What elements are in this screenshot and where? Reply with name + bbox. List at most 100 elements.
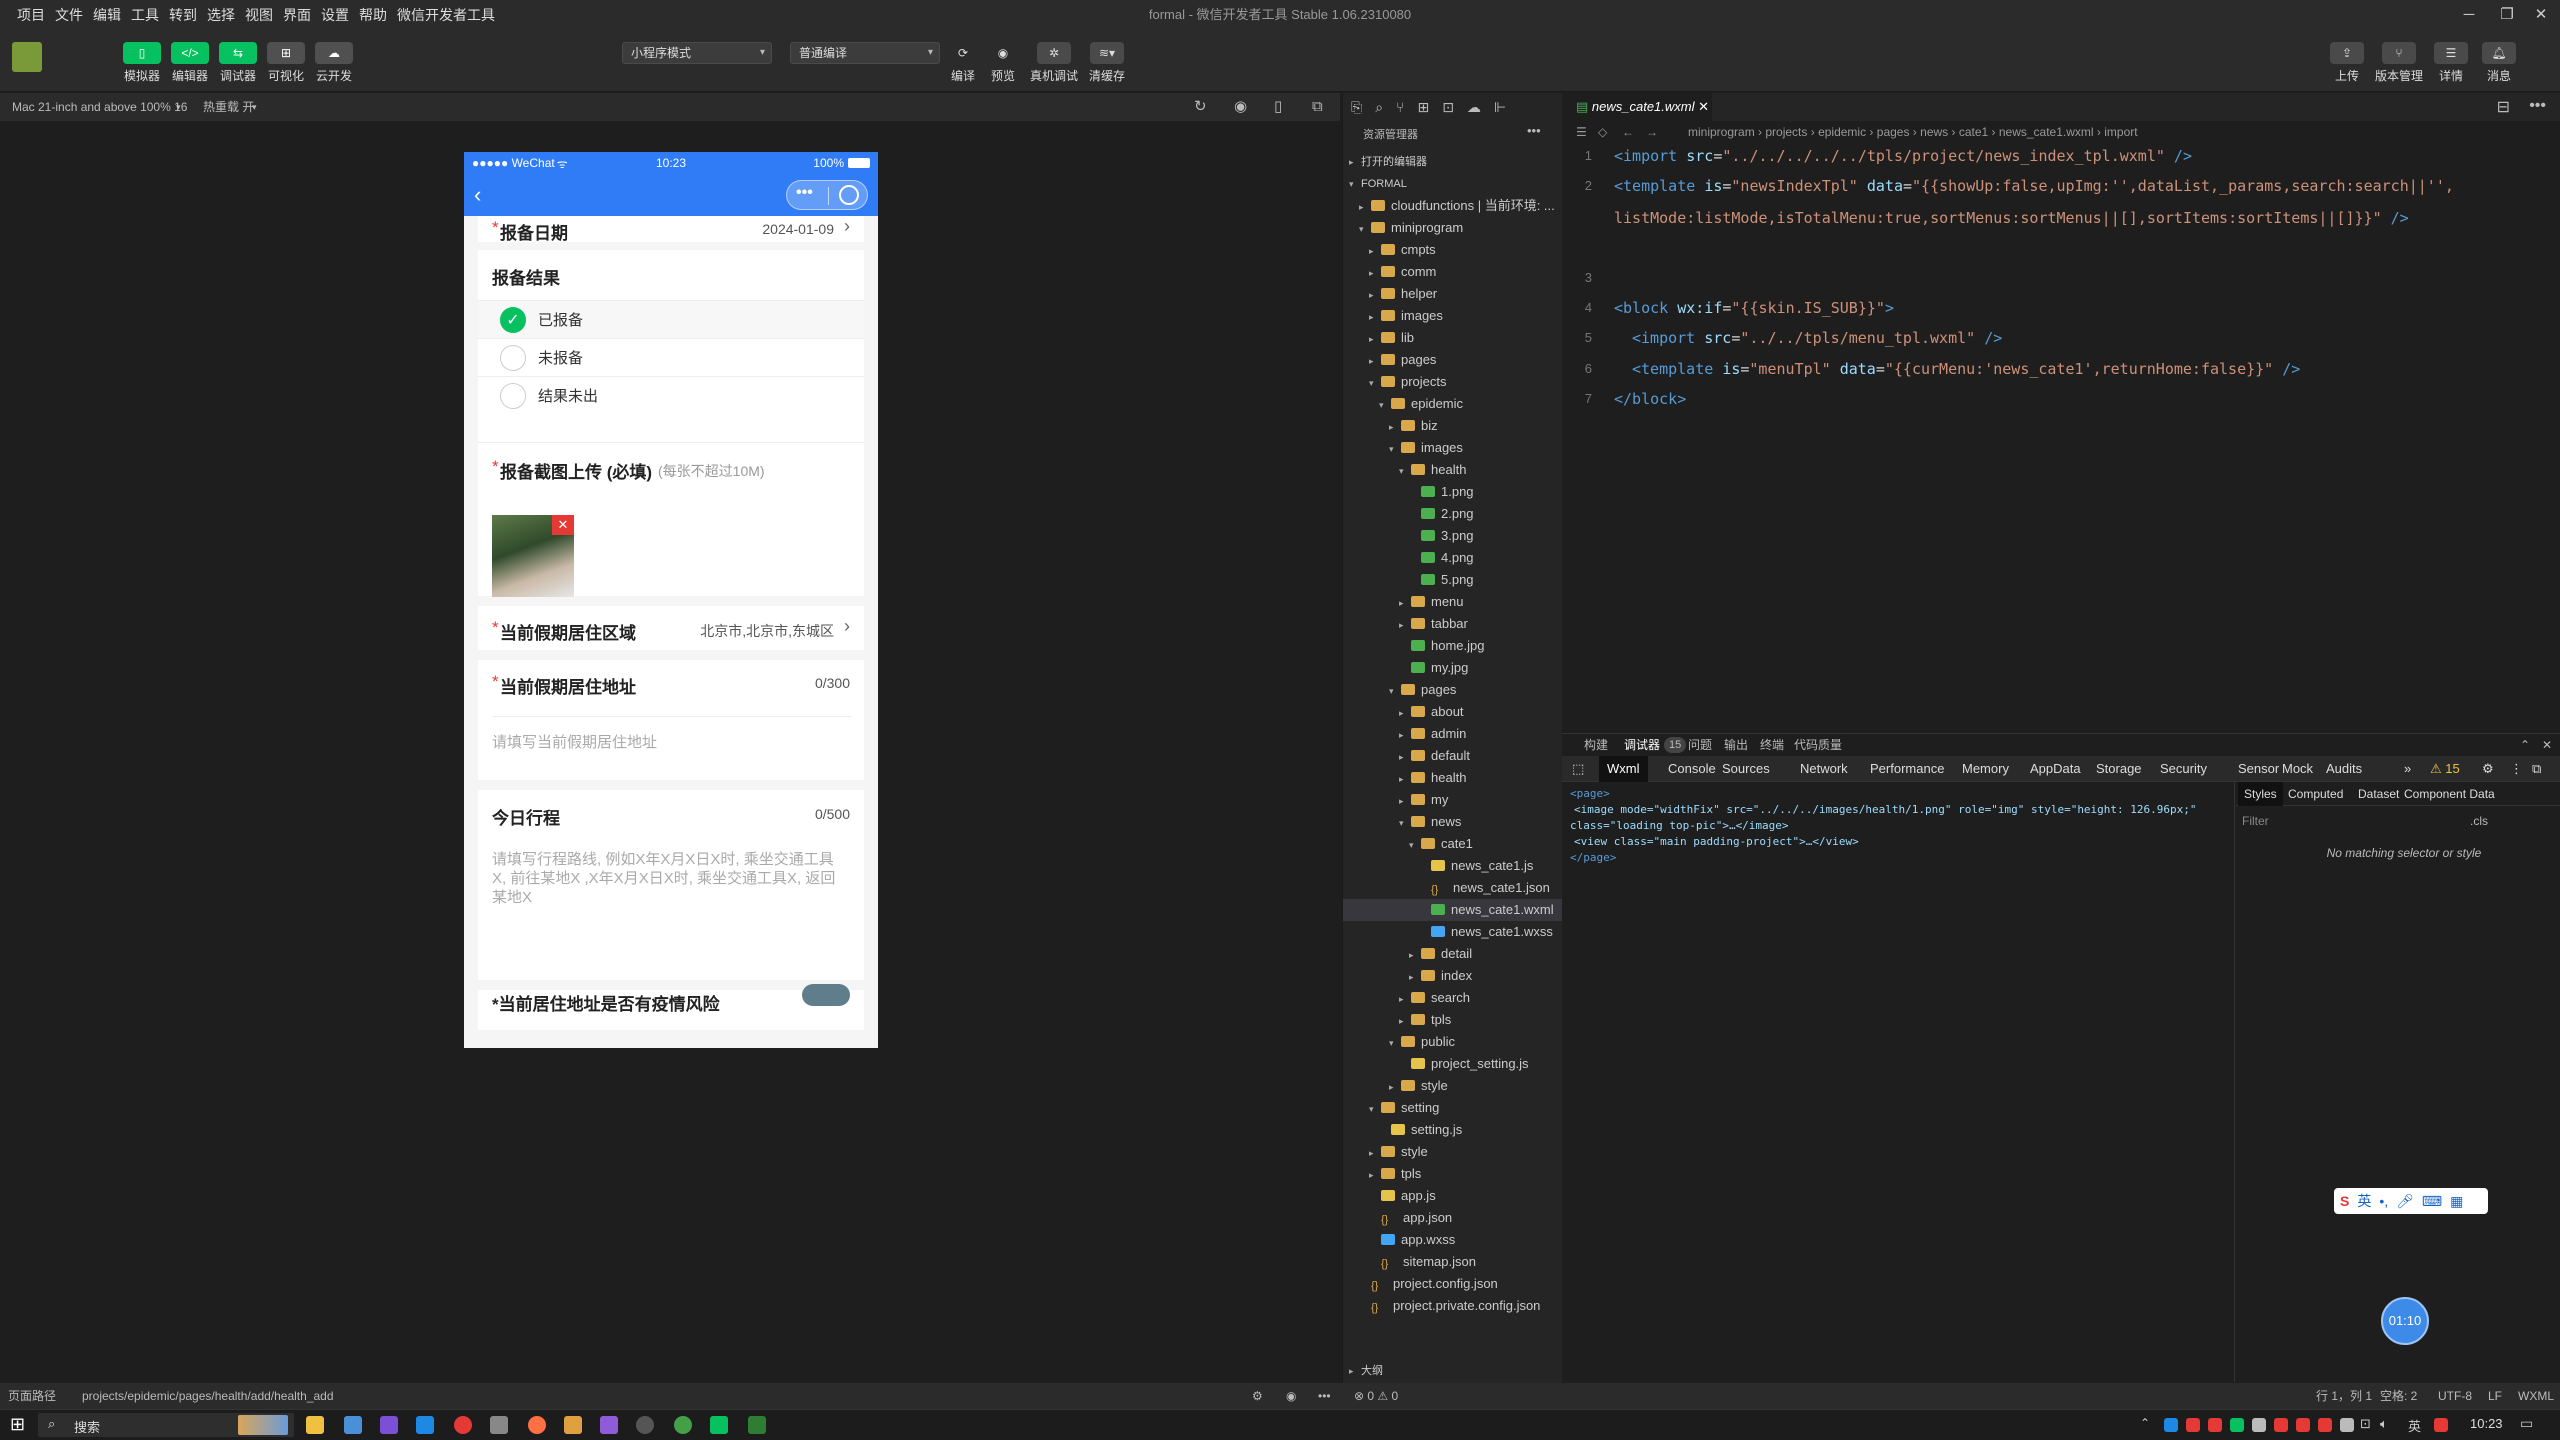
popout-icon[interactable]: ⧉ [1312,93,1323,121]
close-mini-icon[interactable] [839,185,859,205]
app-icon[interactable] [600,1416,618,1434]
tree-folder[interactable]: ▾ pages [1343,679,1562,701]
clear-cache-button[interactable]: ≋▾ 清缓存 [1082,42,1132,84]
tray-icon[interactable] [2208,1418,2222,1432]
file-explorer-icon[interactable] [306,1416,324,1434]
menu-item[interactable]: 设置 [316,0,354,30]
version-button[interactable]: ⑂ 版本管理 [2374,42,2424,84]
tab-audits[interactable]: Audits [2326,756,2362,782]
tab-sensor[interactable]: Sensor [2238,756,2279,782]
extensions-icon[interactable]: ⊞ [1417,99,1429,116]
app-icon[interactable] [490,1416,508,1434]
warning-count[interactable]: ⚠ 15 [2430,756,2460,782]
breadcrumb-item[interactable]: projects [1765,125,1807,139]
tree-folder[interactable]: ▸ tabbar [1343,613,1562,635]
tab-wxml[interactable]: Wxml [1599,756,1648,782]
devtools-top-tab[interactable]: 问题 [1688,734,1712,756]
tree-folder[interactable]: ▸ detail [1343,943,1562,965]
app-icon[interactable] [674,1416,692,1434]
breadcrumb-item[interactable]: news_cate1.wxml [1999,125,2094,139]
trip-textarea[interactable]: 请填写行程路线, 例如X年X月X日X时, 乘坐交通工具X, 前往某地X ,X年X… [492,850,846,907]
tab-memory[interactable]: Memory [1962,756,2009,782]
tab-storage[interactable]: Storage [2096,756,2142,782]
menu-item[interactable]: 界面 [278,0,316,30]
devtools-top-tab[interactable]: 输出 [1724,734,1748,756]
menu-item[interactable]: 工具 [126,0,164,30]
tree-file[interactable]: {} news_cate1.json [1343,877,1562,899]
devtools-top-tab[interactable]: 终端 [1760,734,1784,756]
tree-file[interactable]: 3.png [1343,525,1562,547]
devtools-top-tab[interactable]: 构建 [1584,734,1608,756]
tree-file[interactable]: {} project.private.config.json [1343,1295,1562,1317]
inspect-icon[interactable]: ⬚ [1572,756,1584,782]
clock[interactable]: 10:23 [2470,1416,2503,1431]
tree-file[interactable]: {} sitemap.json [1343,1251,1562,1273]
styles-tab[interactable]: Computed [2288,782,2343,806]
chevron-up-icon[interactable]: ⌃ [2520,734,2530,756]
tree-folder[interactable]: ▾ epidemic [1343,393,1562,415]
tree-folder[interactable]: ▸ style [1343,1075,1562,1097]
tree-file[interactable]: news_cate1.wxml [1343,899,1562,921]
eye-icon[interactable]: ◉ [1286,1383,1296,1409]
tray-icon[interactable] [2340,1418,2354,1432]
tree-file[interactable]: app.js [1343,1185,1562,1207]
volume-icon[interactable]: 🔈︎ [2380,1416,2388,1432]
split-icon[interactable]: ⊩ [1494,99,1506,116]
tray-icon[interactable] [2274,1418,2288,1432]
tree-file[interactable]: setting.js [1343,1119,1562,1141]
cls-toggle[interactable]: .cls [2470,814,2488,828]
tree-folder[interactable]: ▸ search [1343,987,1562,1009]
breadcrumb-item[interactable]: cate1 [1959,125,1988,139]
tab-security[interactable]: Security [2160,756,2207,782]
menu-item[interactable]: 帮助 [354,0,392,30]
minimize-button[interactable]: ─ [2450,0,2488,30]
tree-file[interactable]: project_setting.js [1343,1053,1562,1075]
ime-toolbar[interactable]: S 英 •, 🎤︎ ⌨ ▦ [2334,1188,2488,1214]
mode-select[interactable]: 小程序模式 [622,42,772,64]
tree-folder[interactable]: ▸ cmpts [1343,239,1562,261]
chrome-icon[interactable] [454,1416,472,1434]
back-icon[interactable]: ‹ [474,182,481,208]
indent[interactable]: 空格: 2 [2380,1383,2417,1409]
address-textarea[interactable]: 请填写当前假期居住地址 [492,716,852,776]
visual-button[interactable]: ⊞ 可视化 [265,42,307,84]
tab-mock[interactable]: Mock [2282,756,2313,782]
tray-icon[interactable] [2230,1418,2244,1432]
tree-folder[interactable]: ▾ cate1 [1343,833,1562,855]
menu-item[interactable]: 视图 [240,0,278,30]
breadcrumb-item[interactable]: epidemic [1818,125,1866,139]
close-button[interactable]: ✕ [2522,0,2560,30]
more-icon[interactable]: ••• [2529,97,2546,115]
tray-icon[interactable] [2252,1418,2266,1432]
tree-folder[interactable]: ▸ lib [1343,327,1562,349]
root-folder[interactable]: ▾ FORMAL [1349,173,1407,195]
tree-folder[interactable]: ▸ pages [1343,349,1562,371]
tree-file[interactable]: app.wxss [1343,1229,1562,1251]
taskbar-search[interactable]: ⌕ 搜索 [38,1413,294,1437]
risk-toggle[interactable] [802,984,850,1006]
notification-icon[interactable]: ▭ [2520,1415,2533,1432]
tab-network[interactable]: Network [1800,756,1848,782]
bookmark-icon[interactable]: ◇ [1598,121,1607,143]
debug-icon[interactable]: ⊡ [1442,99,1454,116]
cloud-button[interactable]: ☁ 云开发 [313,42,355,84]
list-icon[interactable]: ☰ [1576,121,1587,143]
simulator-button[interactable]: ▯ 模拟器 [121,42,163,84]
settings-icon[interactable]: ⚙ [1252,1383,1263,1409]
more-tabs-icon[interactable]: » [2404,756,2411,782]
region-row[interactable]: * 当前假期居住区域 北京市,北京市,东城区 › [478,606,864,650]
tree-file[interactable]: home.jpg [1343,635,1562,657]
forward-icon[interactable]: → [1646,121,1658,143]
tray-icon[interactable] [2164,1418,2178,1432]
styles-tab[interactable]: Dataset [2358,782,2399,806]
tree-folder[interactable]: ▸ images [1343,305,1562,327]
app-icon[interactable] [564,1416,582,1434]
tree-folder[interactable]: ▾ health [1343,459,1562,481]
editor-button[interactable]: </> 编辑器 [169,42,211,84]
tree-folder[interactable]: ▾ miniprogram [1343,217,1562,239]
tree-file[interactable]: {} app.json [1343,1207,1562,1229]
tree-folder[interactable]: ▸ tpls [1343,1163,1562,1185]
windows-icon[interactable]: ⊞ [10,1414,25,1435]
tree-folder[interactable]: ▸ my [1343,789,1562,811]
git-icon[interactable]: ⑂ [1396,99,1404,115]
